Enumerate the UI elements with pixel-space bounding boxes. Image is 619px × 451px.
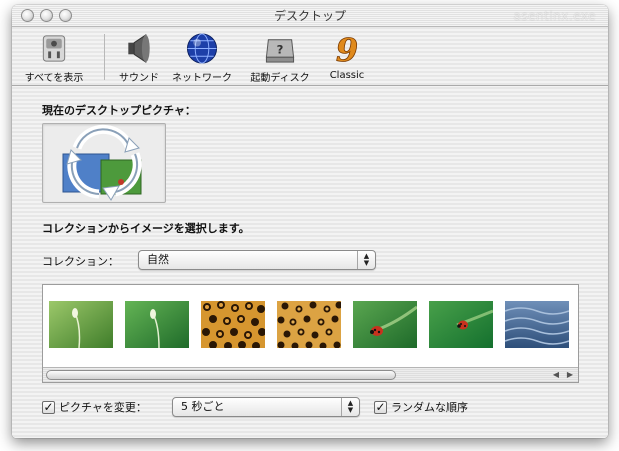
random-order-checkbox-group[interactable]: ✓ ランダムな順序: [374, 399, 468, 415]
popup-arrows-icon: ▲ ▼: [341, 398, 359, 416]
current-picture-heading: 現在のデスクトップピクチャ：: [42, 104, 196, 117]
toolbar-startup-disk-label: 起動ディスク: [250, 73, 310, 84]
background-window-title: asentinx.exe: [513, 9, 596, 23]
current-picture-well[interactable]: [42, 123, 166, 203]
window-controls: [21, 9, 72, 22]
svg-text:?: ?: [277, 42, 284, 56]
toolbar-separator: [104, 34, 105, 80]
water-ripple-image: [505, 301, 569, 348]
collection-select-value: 自然: [147, 253, 169, 266]
interval-select[interactable]: 5 秒ごと ▲ ▼: [172, 397, 360, 417]
collection-label: コレクション：: [42, 255, 119, 268]
minimize-button[interactable]: [40, 9, 53, 22]
collection-select[interactable]: 自然 ▲ ▼: [138, 250, 376, 270]
thumbnail-grass-seed-2[interactable]: [125, 301, 189, 348]
ladybug-image: [353, 301, 417, 348]
toolbar-classic-label: Classic: [329, 70, 365, 81]
title-bar[interactable]: デスクトップ asentinx.exe: [12, 5, 608, 27]
browser-scrollbar[interactable]: ◀ ▶: [43, 367, 578, 382]
toolbar-network[interactable]: ネットワーク: [168, 32, 236, 84]
collection-heading: コレクションからイメージを選択します。: [42, 222, 250, 235]
svg-text:9: 9: [336, 32, 358, 66]
speaker-icon: [128, 34, 150, 63]
toolbar-show-all-label: すべてを表示: [24, 73, 84, 84]
thumbnail-leopard-2[interactable]: [277, 301, 341, 348]
ladybug-image: [429, 301, 493, 348]
popup-arrows-icon: ▲ ▼: [357, 251, 375, 269]
globe-icon: [186, 33, 218, 64]
toolbar-sound-label: サウンド: [119, 73, 159, 84]
scrollbar-thumb[interactable]: [46, 370, 396, 380]
thumbnail-water[interactable]: [505, 301, 569, 348]
change-picture-checkbox-group[interactable]: ✓ ピクチャを変更：: [42, 399, 147, 415]
toolbar-classic[interactable]: 9 Classic: [322, 32, 372, 84]
hard-disk-icon: ?: [265, 39, 295, 63]
toolbar-startup-disk[interactable]: ? 起動ディスク: [244, 32, 316, 84]
leopard-pattern-image: [201, 301, 265, 348]
scroll-arrows: ◀ ▶: [550, 369, 576, 380]
image-browser: ◀ ▶: [42, 284, 579, 383]
toolbar-show-all[interactable]: すべてを表示: [22, 32, 86, 84]
grass-seed-image: [125, 301, 189, 348]
thumbnail-ladybug-2[interactable]: [429, 301, 493, 348]
interval-select-value: 5 秒ごと: [181, 400, 225, 413]
close-button[interactable]: [21, 9, 34, 22]
window-title: デスクトップ: [273, 9, 346, 23]
toolbar-sound[interactable]: サウンド: [112, 32, 166, 84]
zoom-button[interactable]: [59, 9, 72, 22]
change-picture-checkbox[interactable]: ✓: [42, 400, 55, 414]
leopard-pattern-image: [277, 301, 341, 348]
classic-nine-icon: 9: [335, 32, 358, 66]
scroll-right-arrow-icon[interactable]: ▶: [564, 369, 576, 380]
desktop-preferences-window: デスクトップ asentinx.exe すべてを表示 サウンド ネットワーク ?…: [12, 5, 608, 438]
change-picture-label: ピクチャを変更：: [59, 401, 147, 414]
desktop-cycle-icon: [62, 124, 142, 201]
random-order-checkbox[interactable]: ✓: [374, 400, 387, 414]
random-order-label: ランダムな順序: [391, 401, 468, 414]
toolbar-network-label: ネットワーク: [172, 73, 232, 84]
thumbnail-ladybug[interactable]: [353, 301, 417, 348]
preferences-toolbar: すべてを表示 サウンド ネットワーク ? 起動ディスク 9 Classic: [12, 28, 608, 86]
thumbnail-grass-seed[interactable]: [49, 301, 113, 348]
scroll-left-arrow-icon[interactable]: ◀: [550, 369, 562, 380]
grass-seed-image: [49, 301, 113, 348]
thumbnail-leopard[interactable]: [201, 301, 265, 348]
apple-switch-icon: [42, 35, 66, 62]
